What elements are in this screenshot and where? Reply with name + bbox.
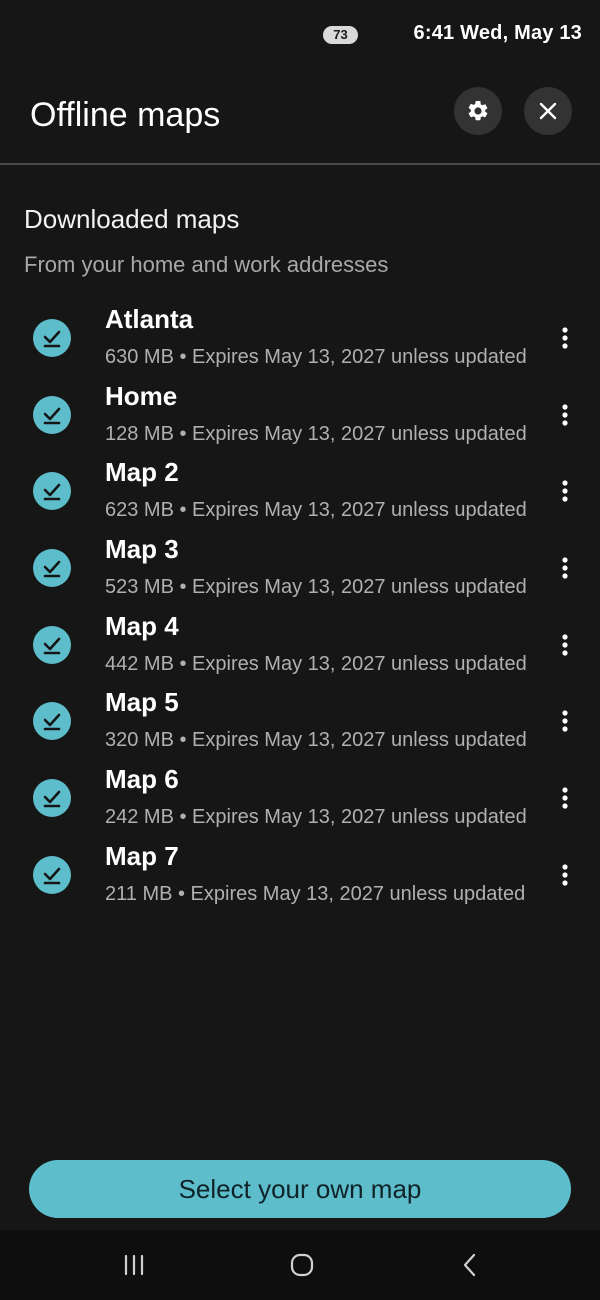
- map-name: Atlanta: [105, 304, 194, 334]
- downloaded-check-icon: [33, 702, 71, 741]
- map-name: Map 5: [105, 687, 179, 718]
- status-bar: 73 6:41 Wed, May 13: [0, 0, 600, 70]
- map-details: 211 MB • Expires May 13, 2027 unless upd…: [105, 882, 526, 905]
- system-nav-bar: [0, 1230, 600, 1300]
- map-name: Map 6: [105, 764, 179, 795]
- home-button[interactable]: [282, 1248, 322, 1282]
- home-icon: [290, 1253, 314, 1277]
- more-options-button[interactable]: [552, 780, 578, 816]
- section-subtitle: From your home and work addresses: [24, 252, 389, 277]
- map-details: 630 MB • Expires May 13, 2027 unless upd…: [105, 346, 527, 368]
- map-row-home[interactable]: Home 128 MB • Expires May 13, 2027 unles…: [0, 375, 600, 452]
- more-vert-icon: [562, 864, 568, 886]
- more-options-button[interactable]: [552, 703, 578, 739]
- map-row-map-6[interactable]: Map 6 242 MB • Expires May 13, 2027 unle…: [0, 758, 600, 835]
- section-title: Downloaded maps: [24, 204, 240, 234]
- more-options-button[interactable]: [552, 397, 578, 433]
- downloaded-check-icon: [33, 472, 71, 511]
- downloaded-check-icon: [33, 625, 71, 664]
- downloaded-check-icon: [33, 549, 71, 588]
- recents-icon: [124, 1254, 144, 1276]
- more-vert-icon: [562, 404, 568, 426]
- more-options-button[interactable]: [552, 320, 578, 356]
- map-name: Map 4: [105, 610, 179, 641]
- downloaded-check-icon: [33, 319, 71, 357]
- back-icon: [463, 1253, 476, 1277]
- more-options-button[interactable]: [552, 473, 578, 509]
- map-row-map-3[interactable]: Map 3 523 MB • Expires May 13, 2027 unle…: [0, 528, 600, 605]
- map-name: Map 7: [105, 840, 179, 871]
- map-details: 320 MB • Expires May 13, 2027 unless upd…: [105, 729, 527, 752]
- downloaded-check-icon: [33, 395, 71, 434]
- map-row-map-5[interactable]: Map 5 320 MB • Expires May 13, 2027 unle…: [0, 681, 600, 758]
- downloaded-check-icon: [33, 779, 71, 818]
- more-vert-icon: [562, 557, 568, 579]
- map-details: 128 MB • Expires May 13, 2027 unless upd…: [105, 422, 527, 445]
- map-details: 623 MB • Expires May 13, 2027 unless upd…: [105, 499, 527, 522]
- map-details: 242 MB • Expires May 13, 2027 unless upd…: [105, 806, 527, 829]
- more-vert-icon: [562, 710, 568, 733]
- map-row-map-4[interactable]: Map 4 442 MB • Expires May 13, 2027 unle…: [0, 605, 600, 682]
- more-options-button[interactable]: [552, 627, 578, 663]
- select-your-own-map-button[interactable]: Select your own map: [29, 1160, 571, 1218]
- map-row-map-2[interactable]: Map 2 623 MB • Expires May 13, 2027 unle…: [0, 451, 600, 528]
- map-details: 442 MB • Expires May 13, 2027 unless upd…: [105, 652, 527, 675]
- map-row-map-7[interactable]: Map 7 211 MB • Expires May 13, 2027 unle…: [0, 835, 600, 912]
- more-options-button[interactable]: [552, 857, 578, 893]
- recents-button[interactable]: [114, 1248, 154, 1282]
- close-button[interactable]: [524, 87, 572, 135]
- app-header: Offline maps: [0, 80, 600, 164]
- close-icon: [539, 102, 557, 120]
- map-name: Home: [105, 380, 178, 411]
- downloaded-check-icon: [33, 855, 71, 894]
- downloaded-maps-list: Atlanta 630 MB • Expires May 13, 2027 un…: [0, 298, 600, 912]
- more-vert-icon: [562, 327, 568, 349]
- gear-icon: [468, 100, 488, 121]
- more-options-button[interactable]: [552, 550, 578, 586]
- more-vert-icon: [562, 634, 568, 656]
- settings-button[interactable]: [454, 87, 502, 135]
- map-row-atlanta[interactable]: Atlanta 630 MB • Expires May 13, 2027 un…: [0, 298, 600, 375]
- more-vert-icon: [562, 787, 568, 809]
- back-button[interactable]: [450, 1248, 490, 1282]
- header-divider: [0, 163, 600, 165]
- map-name: Map 2: [105, 457, 179, 488]
- status-time-date: 6:41 Wed, May 13: [413, 22, 582, 44]
- map-name: Map 3: [105, 534, 179, 565]
- map-details: 523 MB • Expires May 13, 2027 unless upd…: [105, 576, 527, 599]
- battery-indicator: 73: [323, 26, 358, 44]
- page-title: Offline maps: [30, 96, 221, 134]
- more-vert-icon: [562, 480, 568, 502]
